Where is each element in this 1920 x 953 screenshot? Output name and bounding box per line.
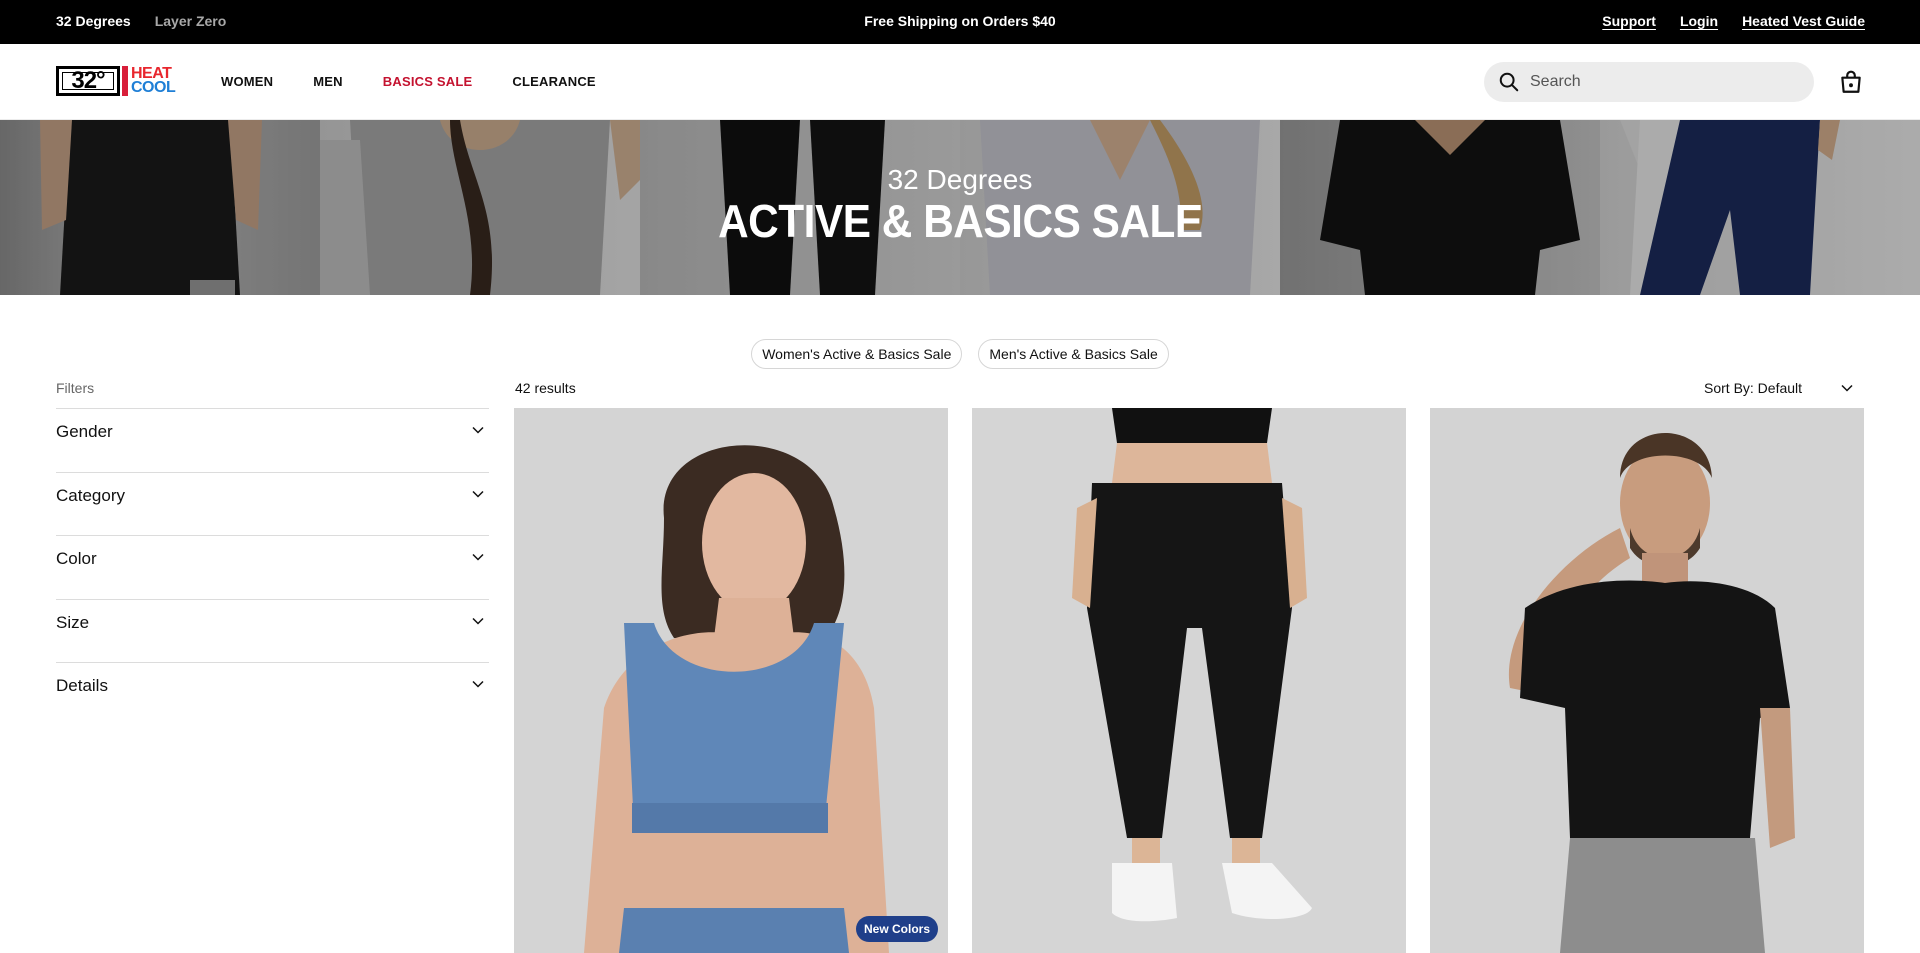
site-header: 32° HEAT COOL WOMEN MEN BASICS SALE CLEA…	[0, 44, 1920, 120]
heated-vest-guide-link[interactable]: Heated Vest Guide	[1742, 13, 1865, 29]
filter-gender[interactable]: Gender	[56, 408, 489, 472]
nav-men[interactable]: MEN	[313, 74, 343, 89]
chevron-down-icon	[472, 426, 484, 434]
pill-womens-sale[interactable]: Women's Active & Basics Sale	[751, 339, 963, 369]
shopping-bag-icon[interactable]	[1838, 69, 1864, 95]
hero-banner: 32 Degrees ACTIVE & BASICS SALE	[0, 120, 1920, 295]
hero-title: 32 Degrees ACTIVE & BASICS SALE	[0, 164, 1920, 246]
nav-basics-sale[interactable]: BASICS SALE	[383, 74, 473, 89]
logo-cool: COOL	[131, 79, 176, 96]
chevron-down-icon	[1841, 384, 1853, 392]
results-count: 42 results	[515, 380, 576, 396]
product-image-woman-blue-sports-bra	[514, 408, 948, 953]
filter-label: Category	[56, 485, 125, 505]
product-grid: New Colors	[514, 408, 1864, 953]
utility-links: Support Login Heated Vest Guide	[1602, 13, 1865, 29]
chevron-down-icon	[472, 617, 484, 625]
filter-label: Size	[56, 612, 90, 632]
new-colors-badge: New Colors	[855, 916, 938, 942]
sort-dropdown[interactable]: Sort By: Default	[1704, 380, 1854, 396]
filter-color[interactable]: Color	[56, 535, 489, 599]
brand-32-degrees[interactable]: 32 Degrees	[56, 13, 131, 29]
brand-logo[interactable]: 32° HEAT COOL	[56, 66, 182, 96]
search-input[interactable]	[1530, 73, 1790, 91]
filter-label: Gender	[56, 422, 113, 441]
product-card-mens-tee[interactable]	[1430, 408, 1864, 953]
filters-heading: Filters	[56, 380, 95, 396]
promo-bar: 32 Degrees Layer Zero Free Shipping on O…	[0, 0, 1920, 44]
main-nav: WOMEN MEN BASICS SALE CLEARANCE	[221, 74, 596, 89]
chevron-down-icon	[472, 553, 484, 561]
product-image-man-black-tshirt-gray-shorts	[1430, 408, 1864, 953]
filter-size[interactable]: Size	[56, 598, 489, 663]
search-icon	[1499, 72, 1519, 92]
login-link[interactable]: Login	[1680, 13, 1718, 29]
brand-switcher: 32 Degrees Layer Zero	[56, 13, 226, 29]
filter-list: Gender Category Color Size Details	[56, 408, 489, 726]
logo-number: 32°	[56, 66, 120, 96]
filter-label: Color	[56, 549, 97, 568]
support-link[interactable]: Support	[1602, 13, 1656, 29]
chevron-down-icon	[472, 490, 484, 498]
nav-women[interactable]: WOMEN	[221, 74, 273, 89]
filter-label: Details	[56, 676, 108, 695]
product-image-black-leggings-white-sneakers	[972, 408, 1406, 953]
sort-label: Sort By: Default	[1704, 380, 1803, 396]
search-bar[interactable]	[1484, 62, 1814, 102]
filter-category[interactable]: Category	[56, 471, 489, 536]
product-card-leggings[interactable]	[972, 408, 1406, 953]
filter-details[interactable]: Details	[56, 662, 489, 726]
pill-mens-sale[interactable]: Men's Active & Basics Sale	[978, 339, 1169, 369]
hero-headline: ACTIVE & BASICS SALE	[717, 195, 1203, 247]
chevron-down-icon	[472, 680, 484, 688]
hero-eyebrow: 32 Degrees	[887, 164, 1033, 195]
category-pills: Women's Active & Basics Sale Men's Activ…	[0, 339, 1920, 369]
logo-wordmark: HEAT COOL	[131, 66, 176, 96]
nav-clearance[interactable]: CLEARANCE	[512, 74, 595, 89]
brand-layer-zero[interactable]: Layer Zero	[155, 13, 227, 29]
product-card-sports-bra[interactable]: New Colors	[514, 408, 948, 953]
logo-accent-bar	[122, 66, 128, 96]
